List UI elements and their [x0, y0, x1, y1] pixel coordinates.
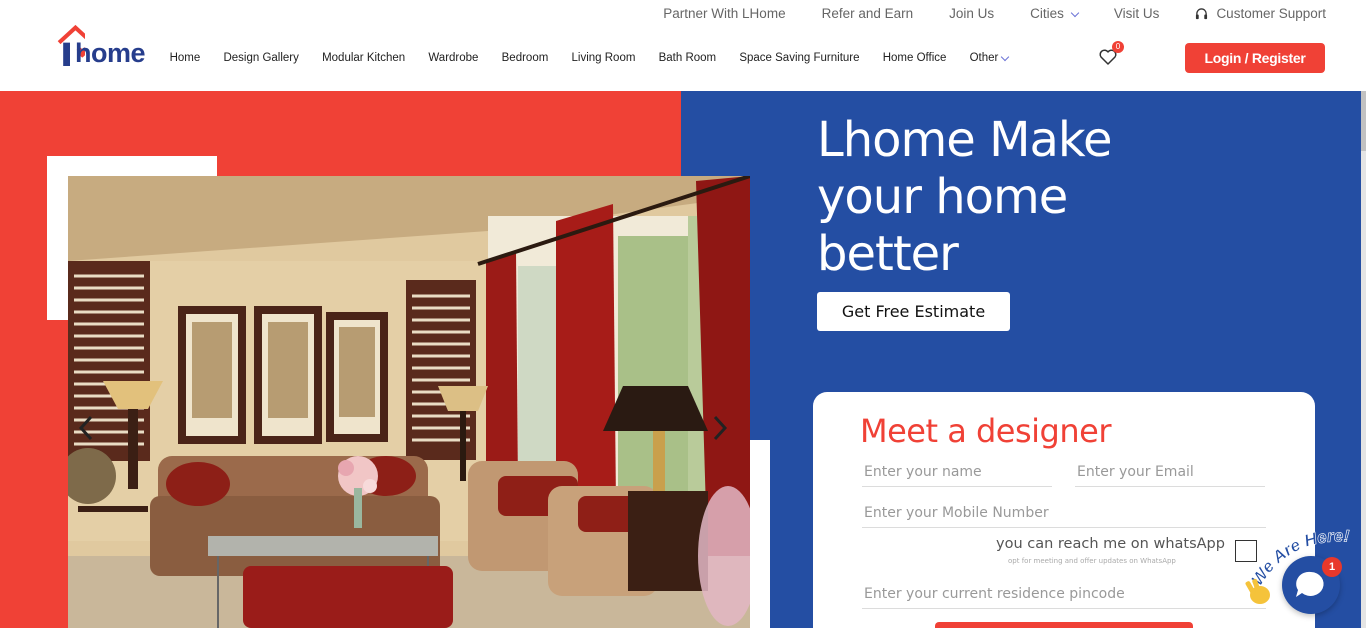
scrollbar-thumb[interactable]: [1361, 91, 1366, 151]
top-nav-refer[interactable]: Refer and Earn: [804, 6, 932, 22]
top-utility-nav: Partner With LHome Refer and Earn Join U…: [645, 6, 1326, 22]
wishlist-count-badge: 0: [1112, 41, 1124, 53]
login-register-button[interactable]: Login / Register: [1185, 43, 1325, 73]
nav-home[interactable]: Home: [158, 50, 212, 66]
email-field[interactable]: Enter your Email: [1075, 463, 1265, 487]
nav-other[interactable]: Other: [958, 50, 1020, 66]
whatsapp-sublabel: opt for meeting and offer updates on Wha…: [1008, 557, 1176, 565]
nav-home-office[interactable]: Home Office: [871, 50, 958, 66]
nav-living-room[interactable]: Living Room: [560, 50, 647, 66]
top-nav-support[interactable]: Customer Support: [1177, 6, 1326, 22]
get-free-estimate-button[interactable]: Get Free Estimate: [817, 292, 1010, 331]
chevron-down-icon: [1070, 8, 1080, 17]
main-nav: Home Design Gallery Modular Kitchen Ward…: [158, 50, 1020, 66]
carousel-next-arrow-icon[interactable]: [712, 414, 728, 442]
mobile-field[interactable]: Enter your Mobile Number: [862, 504, 1266, 528]
headset-icon: [1196, 7, 1208, 19]
hero-title-line: better: [817, 226, 959, 282]
form-submit-button[interactable]: [935, 622, 1193, 628]
nav-bedroom[interactable]: Bedroom: [490, 50, 560, 66]
nav-space-saving-furniture[interactable]: Space Saving Furniture: [728, 50, 871, 66]
chevron-down-icon: [1001, 52, 1010, 61]
carousel-prev-arrow-icon[interactable]: [78, 414, 94, 442]
hero-title-line: Lhome Make: [817, 112, 1113, 168]
living-room-illustration: [68, 176, 750, 628]
top-nav-join[interactable]: Join Us: [931, 6, 1012, 22]
name-field[interactable]: Enter your name: [862, 463, 1052, 487]
lhome-logo[interactable]: home: [55, 22, 159, 68]
site-header: home Partner With LHome Refer and Earn J…: [0, 0, 1366, 91]
form-title: Meet a designer: [860, 412, 1111, 450]
nav-wardrobe[interactable]: Wardrobe: [417, 50, 490, 66]
top-nav-partner[interactable]: Partner With LHome: [645, 6, 803, 22]
logo-wordmark: home: [75, 38, 146, 68]
pincode-field[interactable]: Enter your current residence pincode: [862, 585, 1266, 609]
chat-notification-badge: 1: [1322, 557, 1342, 577]
top-nav-visit[interactable]: Visit Us: [1096, 6, 1178, 22]
nav-bath-room[interactable]: Bath Room: [647, 50, 728, 66]
hero-title: Lhome Make your home better: [817, 112, 1217, 283]
living-room-photo: [68, 176, 750, 628]
top-nav-cities[interactable]: Cities: [1012, 6, 1096, 22]
nav-design-gallery[interactable]: Design Gallery: [212, 50, 311, 66]
hero-title-line: your home: [817, 169, 1068, 225]
whatsapp-label: you can reach me on whatsApp: [996, 536, 1225, 552]
nav-modular-kitchen[interactable]: Modular Kitchen: [310, 50, 416, 66]
